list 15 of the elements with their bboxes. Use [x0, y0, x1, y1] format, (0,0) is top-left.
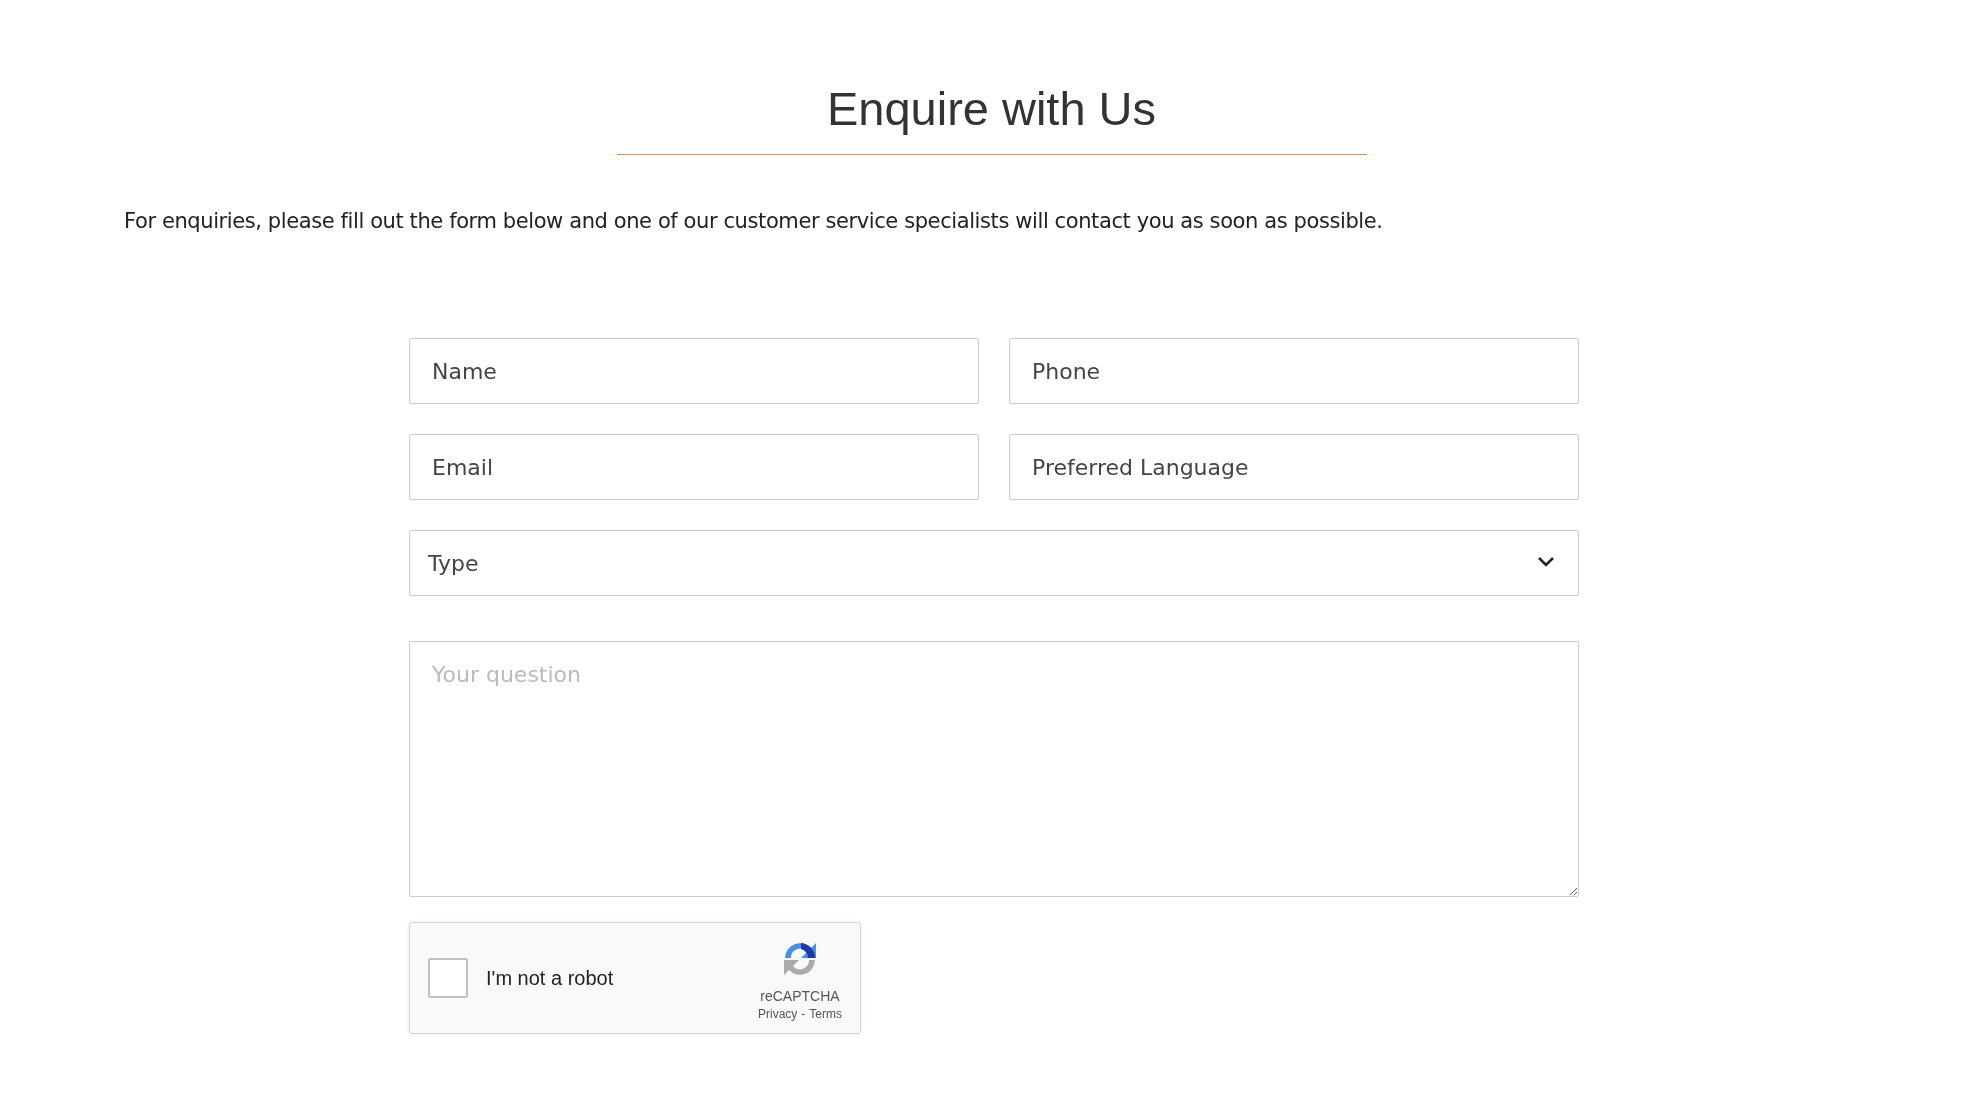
- separator-text: -: [801, 1006, 806, 1021]
- privacy-link[interactable]: Privacy: [758, 1006, 798, 1021]
- intro-text: For enquiries, please fill out the form below and one of our customer service specialists will contact you as soon as possible.: [124, 209, 1384, 233]
- text-field[interactable]: Name: [409, 338, 979, 404]
- type-dropdown[interactable]: Type: [409, 530, 1579, 596]
- terms-link[interactable]: Terms: [809, 1006, 842, 1021]
- text-field[interactable]: Preferred Language: [1009, 434, 1579, 500]
- page-title: Enquire with Us: [826, 81, 1157, 137]
- question-field[interactable]: Your question: [409, 641, 1579, 897]
- captcha-checkbox[interactable]: [428, 958, 468, 998]
- recaptcha-brand: reCAPTCHA: [760, 987, 840, 1004]
- captcha-label: I'm not a robot: [486, 966, 615, 990]
- text-field[interactable]: Phone: [1009, 338, 1579, 404]
- chevron-down-icon: [1537, 556, 1555, 568]
- text-field[interactable]: Email: [409, 434, 979, 500]
